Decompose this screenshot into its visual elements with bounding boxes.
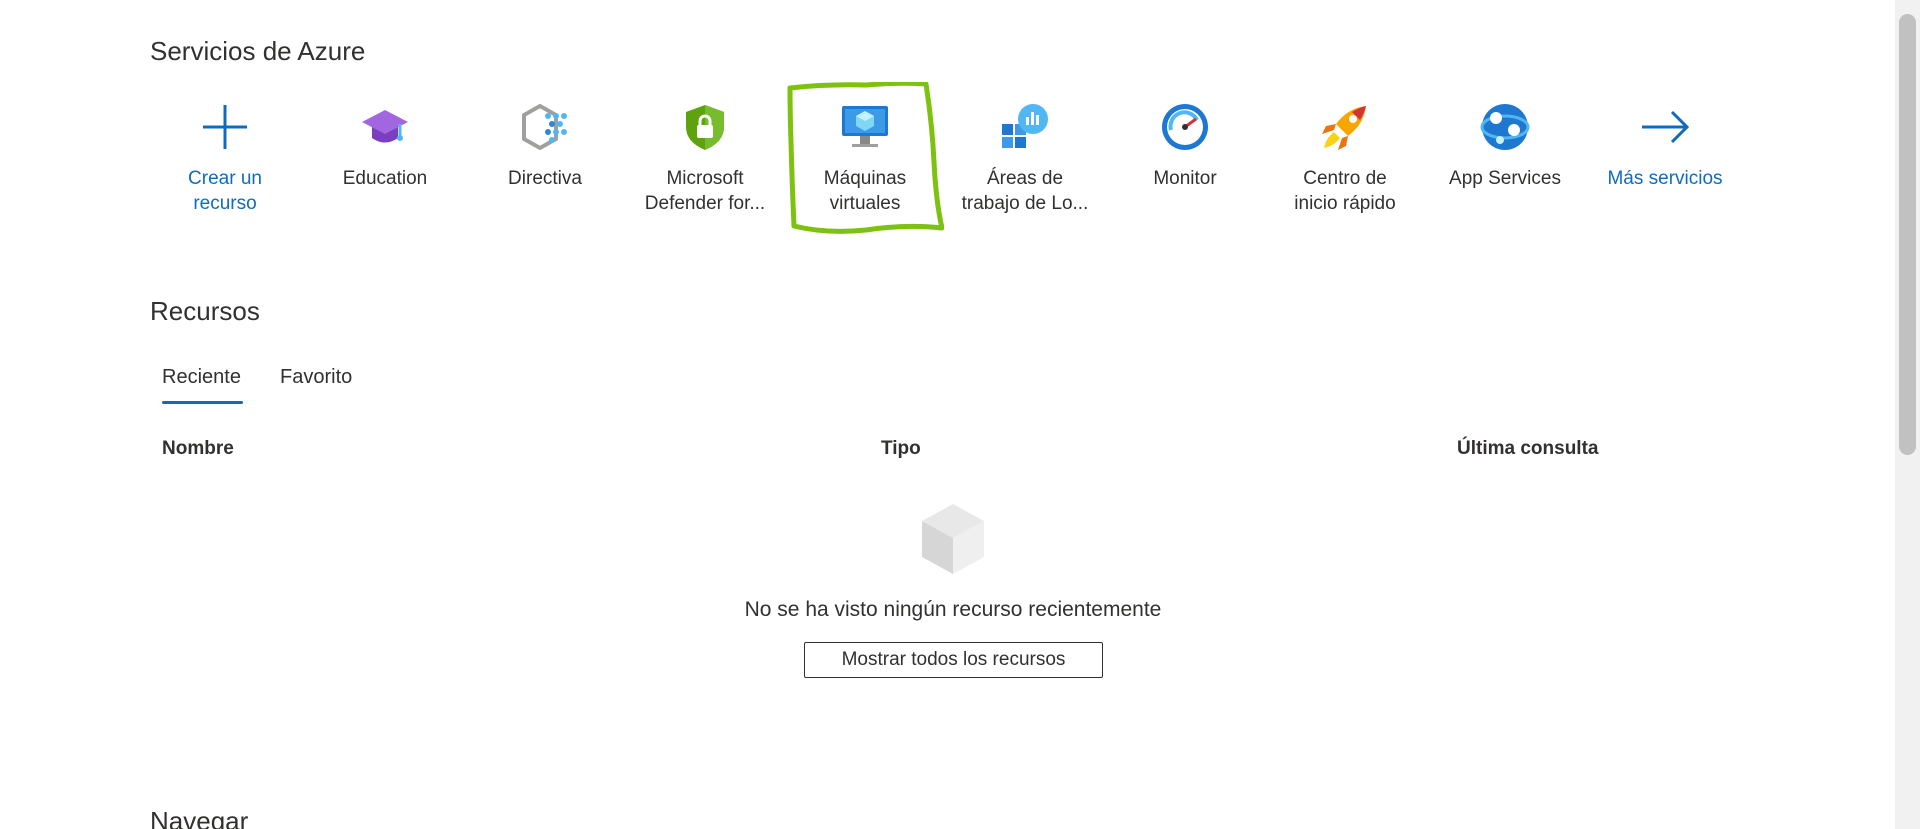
service-label-line1: Crear un xyxy=(188,168,262,189)
empty-cube-icon xyxy=(922,504,984,574)
service-quickstart-center[interactable]: Centro de inicio rápido xyxy=(1270,96,1420,226)
resources-heading: Recursos xyxy=(150,296,260,326)
empty-state-message: No se ha visto ningún recurso recienteme… xyxy=(744,598,1162,621)
globe-icon xyxy=(1480,104,1530,150)
tab-favorite[interactable]: Favorito xyxy=(280,366,352,389)
service-label-line1: Education xyxy=(342,168,428,189)
service-label-line2: inicio rápido xyxy=(1294,193,1396,214)
service-label-line2: trabajo de Lo... xyxy=(961,193,1089,214)
service-policy[interactable]: Directiva xyxy=(470,96,620,226)
log-analytics-icon xyxy=(1002,104,1048,148)
azure-services-heading: Servicios de Azure xyxy=(150,36,366,66)
azure-home-page: Servicios de Azure Crear un recurso Educa… xyxy=(0,0,1895,829)
shield-lock-icon xyxy=(686,105,724,150)
vertical-scrollbar[interactable] xyxy=(1895,0,1920,829)
service-label-line1: Directiva xyxy=(508,168,582,189)
service-defender[interactable]: Microsoft Defender for... xyxy=(630,96,780,226)
service-label-line2: recurso xyxy=(193,193,257,214)
service-label-line1: Centro de xyxy=(1303,168,1387,189)
highlight-annotation xyxy=(787,82,944,234)
navigate-heading: Navegar xyxy=(150,806,249,829)
gauge-icon xyxy=(1162,104,1208,150)
services-row: Crear un recurso Education Directiva Mic… xyxy=(150,96,1750,226)
service-label-line1: Microsoft xyxy=(666,168,744,189)
service-create-resource[interactable]: Crear un recurso xyxy=(150,96,300,226)
column-header-last-viewed[interactable]: Última consulta xyxy=(1457,438,1598,460)
service-label-line1: Áreas de xyxy=(986,168,1064,189)
service-label-line1: Más servicios xyxy=(1607,168,1723,189)
service-education[interactable]: Education xyxy=(310,96,460,226)
plus-icon xyxy=(203,105,247,149)
rocket-icon xyxy=(1322,106,1366,150)
service-label-line2: Defender for... xyxy=(644,193,766,214)
service-more-services[interactable]: Más servicios xyxy=(1590,96,1740,226)
service-label-line1: App Services xyxy=(1449,168,1561,189)
arrow-right-icon xyxy=(1642,110,1690,144)
service-log-analytics[interactable]: Áreas de trabajo de Lo... xyxy=(950,96,1100,226)
active-tab-indicator xyxy=(162,401,243,404)
column-header-type[interactable]: Tipo xyxy=(881,438,921,460)
policy-icon xyxy=(522,103,567,151)
show-all-resources-button[interactable]: Mostrar todos los recursos xyxy=(804,642,1103,678)
column-header-name[interactable]: Nombre xyxy=(162,438,234,460)
tab-recent[interactable]: Reciente xyxy=(162,366,241,389)
graduation-cap-icon xyxy=(362,110,408,143)
service-label-line1: Monitor xyxy=(1153,168,1217,189)
service-monitor[interactable]: Monitor xyxy=(1110,96,1260,226)
scrollbar-thumb[interactable] xyxy=(1899,14,1916,455)
service-app-services[interactable]: App Services xyxy=(1430,96,1580,226)
